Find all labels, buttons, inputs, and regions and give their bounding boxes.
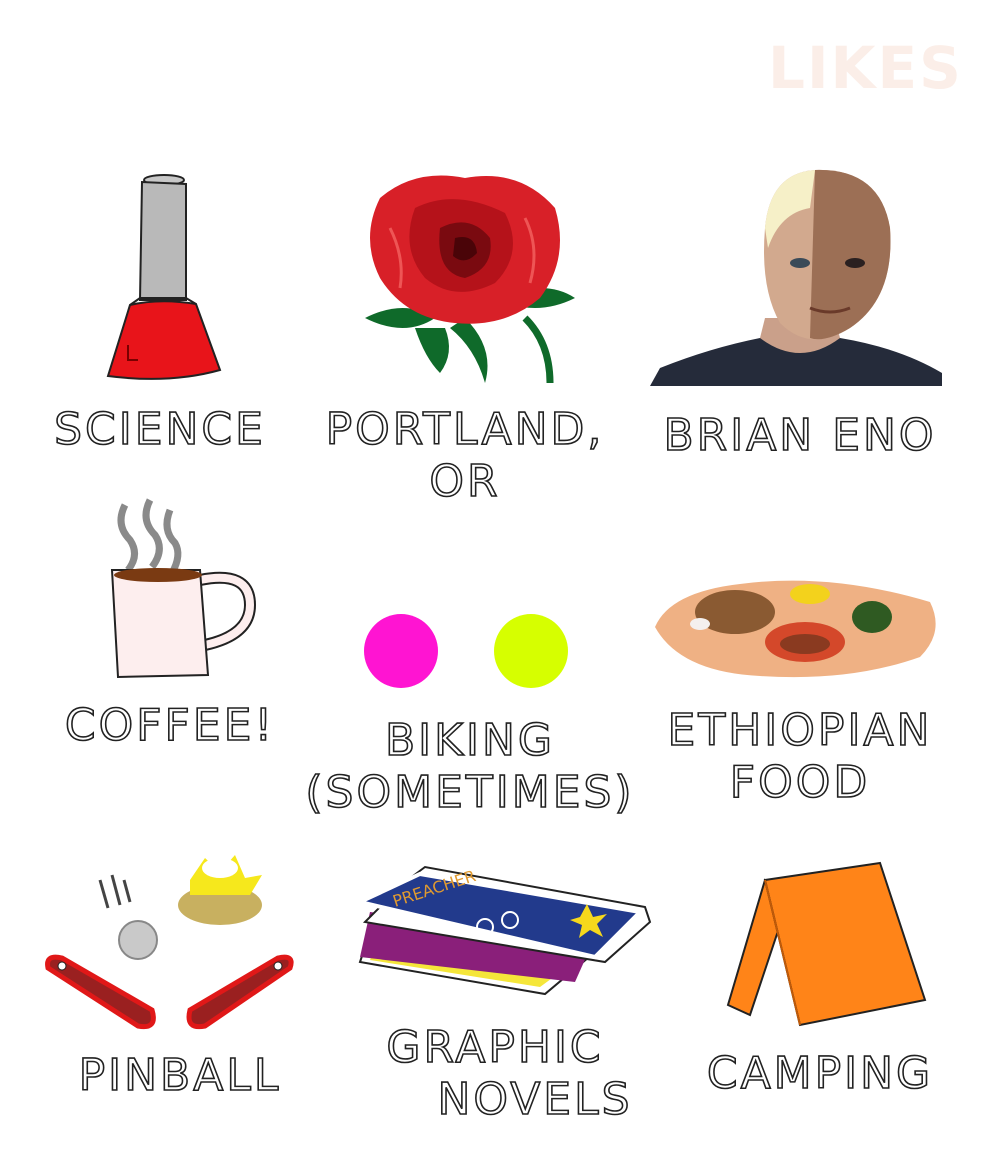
label-camping: CAMPING [706, 1047, 934, 1100]
label-brian-eno: BRIAN ENO [663, 409, 937, 462]
tent-icon [726, 861, 927, 1027]
wheels-icon [364, 614, 568, 688]
erlenmeyer-flask-icon [106, 174, 222, 380]
label-biking: BIKING (SOMETIMES) [305, 714, 635, 819]
label-ethiopian-food: ETHIOPIAN FOOD [667, 704, 933, 809]
magenta-wheel [364, 614, 438, 688]
rose-icon [365, 175, 575, 384]
label-portland: PORTLAND, OR [325, 403, 605, 508]
label-coffee: COFFEE! [64, 699, 276, 752]
comic-books-icon: PREACHER [353, 865, 652, 996]
lime-wheel [494, 614, 568, 688]
coffee-mug-icon [110, 498, 257, 679]
pinball-flippers-icon [45, 855, 294, 1030]
label-pinball: PINBALL [78, 1049, 282, 1102]
page-title: LIKES [768, 34, 963, 102]
label-science: SCIENCE [53, 403, 266, 456]
injera-platter-icon [655, 580, 936, 678]
portrait-image [650, 169, 942, 386]
label-graphic-novels: GRAPHIC NOVELS [386, 1021, 633, 1126]
